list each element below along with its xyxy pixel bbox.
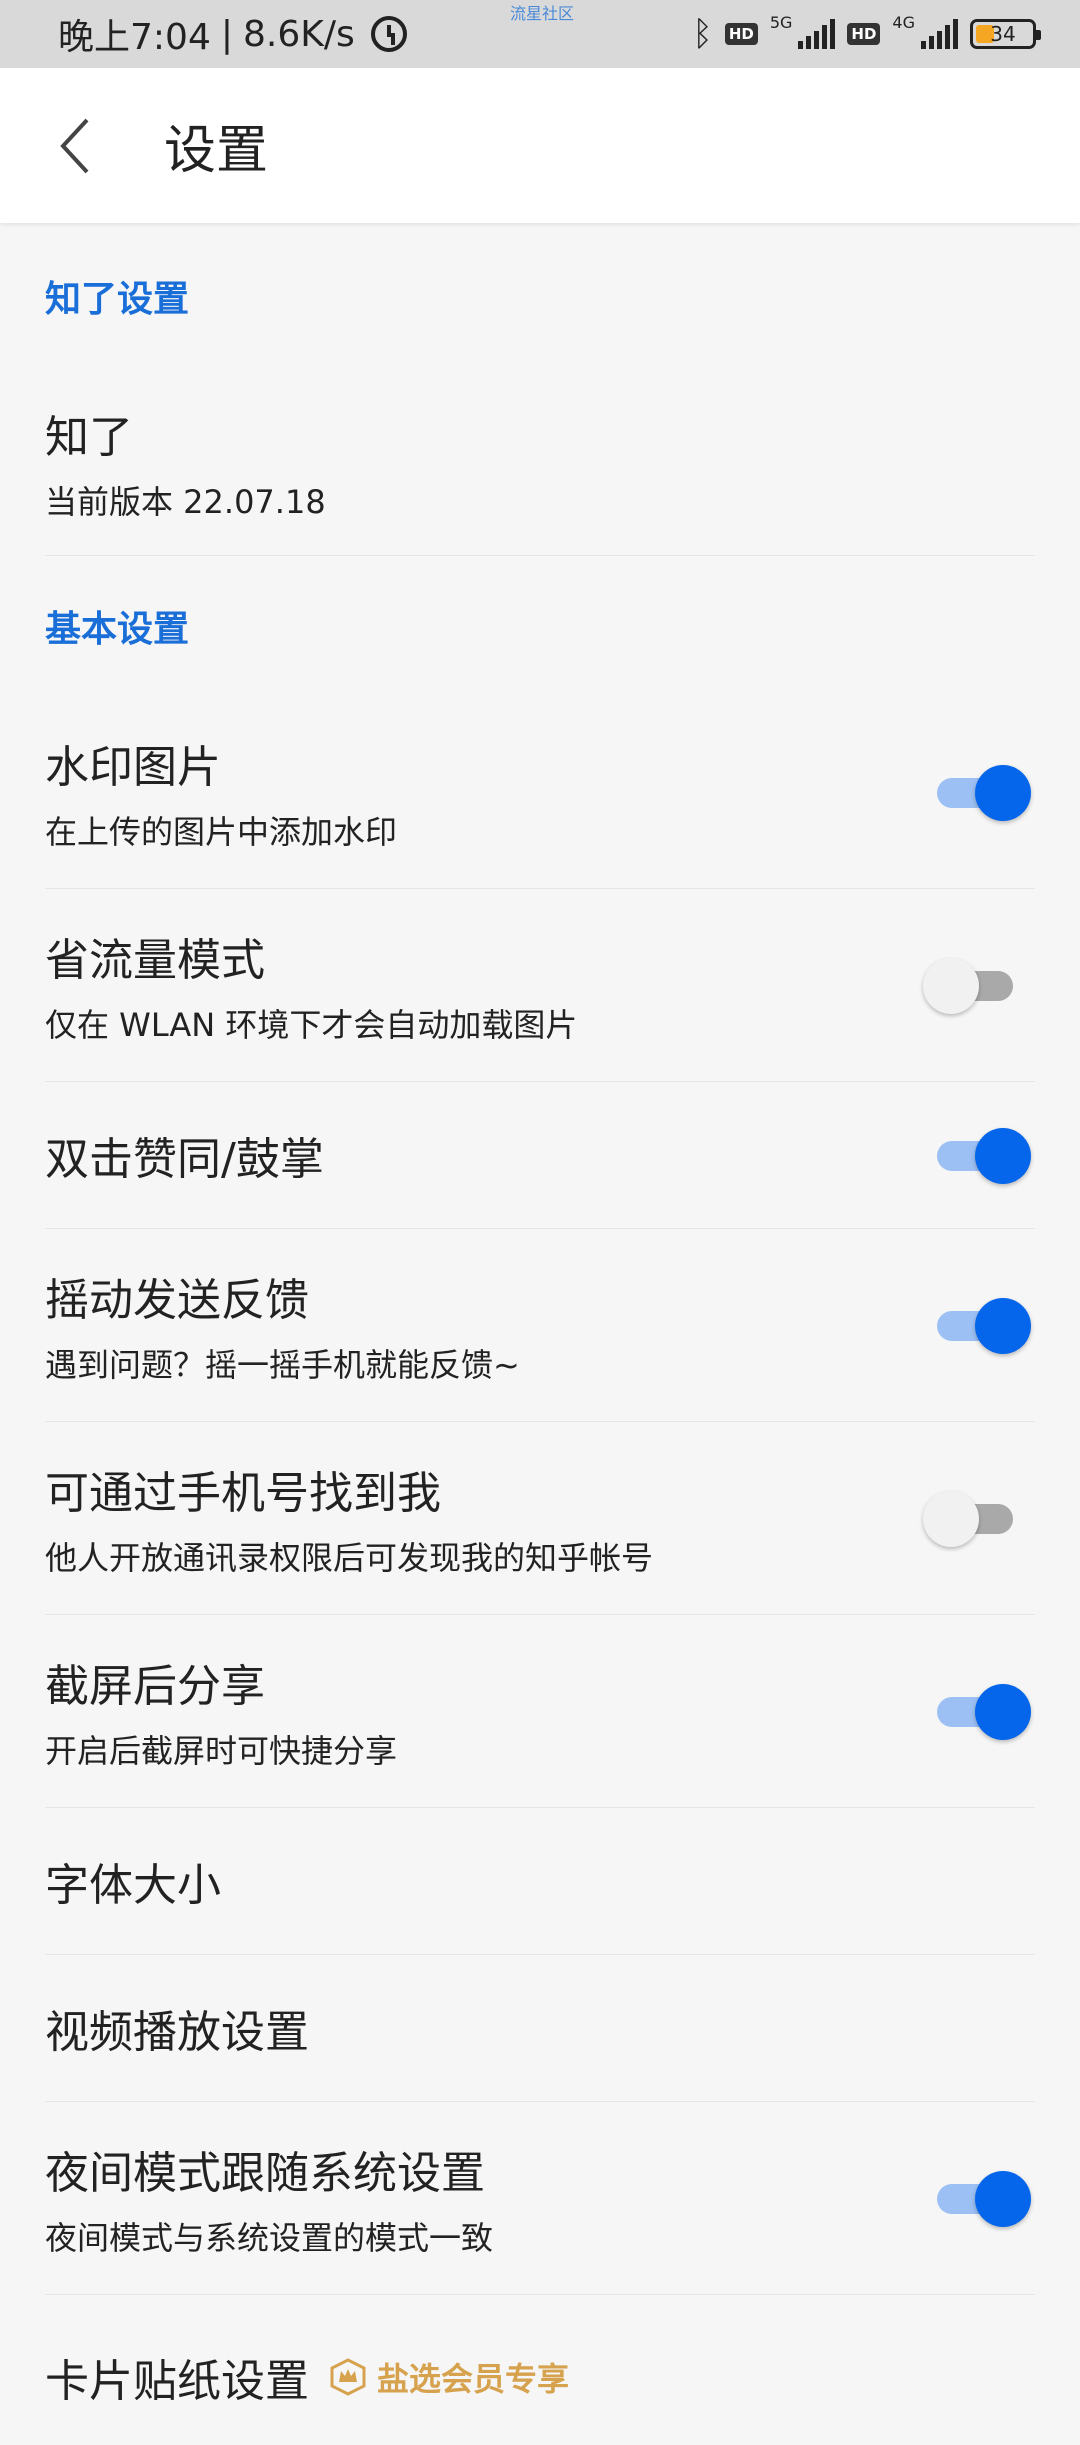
item-title: 水印图片 xyxy=(45,742,221,793)
item-title: 省流量模式 xyxy=(45,935,265,986)
page-title: 设置 xyxy=(164,121,269,181)
settings-item-screenshot-share[interactable]: 截屏后分享 开启后截屏时可快捷分享 xyxy=(45,1615,1035,1808)
status-time: 晚上7:04 xyxy=(58,17,211,58)
vip-badge: 盐选会员专享 xyxy=(329,2354,569,2400)
settings-item-data-saver[interactable]: 省流量模式 仅在 WLAN 环境下才会自动加载图片 xyxy=(45,889,1035,1082)
hd-badge-2: HD xyxy=(847,23,881,45)
back-button[interactable] xyxy=(0,68,150,223)
settings-list: 知了设置 知了 当前版本 22.07.18 基本设置 水印图片 在上传的图片中添… xyxy=(0,223,1080,2445)
item-subtitle: 当前版本 22.07.18 xyxy=(45,482,326,521)
status-center-label: 流星社区 xyxy=(510,4,575,23)
signal-icon-1 xyxy=(798,19,836,49)
vip-badge-label: 盐选会员专享 xyxy=(377,2360,570,2398)
vip-crown-icon xyxy=(329,2358,367,2396)
item-subtitle: 夜间模式与系统设置的模式一致 xyxy=(45,2219,494,2257)
app-bar: 设置 xyxy=(0,68,1080,223)
watermark-toggle[interactable] xyxy=(933,762,1031,822)
shake-feedback-toggle[interactable] xyxy=(933,1295,1031,1355)
status-net-speed: 8.6K/s xyxy=(242,13,355,55)
item-subtitle: 在上传的图片中添加水印 xyxy=(45,813,398,851)
settings-item-night-mode-follow-system[interactable]: 夜间模式跟随系统设置 夜间模式与系统设置的模式一致 xyxy=(45,2102,1035,2295)
item-title: 双击赞同/鼓掌 xyxy=(45,1134,324,1185)
status-right: ᛒ HD 5G HD 4G 34 xyxy=(692,12,1041,54)
screenshot-share-toggle[interactable] xyxy=(933,1681,1031,1741)
item-subtitle: 遇到问题？摇一摇手机就能反馈~ xyxy=(45,1346,520,1384)
signal-icon-2 xyxy=(921,19,958,49)
settings-item-font-size[interactable]: 字体大小 xyxy=(45,1808,1035,1955)
find-by-phone-toggle[interactable] xyxy=(923,1488,1025,1548)
item-subtitle: 他人开放通讯录权限后可发现我的知乎帐号 xyxy=(45,1539,654,1577)
back-arrow-icon xyxy=(60,118,89,173)
item-title: 截屏后分享 xyxy=(45,1661,265,1712)
settings-item-zhiliao[interactable]: 知了 当前版本 22.07.18 xyxy=(45,368,1035,556)
double-tap-like-toggle[interactable] xyxy=(933,1125,1031,1185)
night-mode-toggle[interactable] xyxy=(933,2168,1031,2228)
settings-item-video-playback[interactable]: 视频播放设置 xyxy=(45,1955,1035,2102)
item-title: 可通过手机号找到我 xyxy=(45,1468,441,1519)
status-divider: | xyxy=(220,13,233,55)
item-title: 字体大小 xyxy=(45,1860,221,1911)
bluetooth-icon: ᛒ xyxy=(692,14,713,54)
settings-item-watermark[interactable]: 水印图片 在上传的图片中添加水印 xyxy=(45,696,1035,889)
status-bar: 晚上7:04 | 8.6K/s 流星社区 ᛒ HD 5G HD 4G 34 xyxy=(0,0,1080,68)
network-type-2: 4G xyxy=(892,12,915,32)
item-title: 知了 xyxy=(45,411,133,463)
section-header-zhiliao: 知了设置 xyxy=(45,278,190,320)
battery-level: 34 xyxy=(990,22,1016,46)
item-title: 摇动发送反馈 xyxy=(45,1275,309,1326)
settings-item-double-tap-like[interactable]: 双击赞同/鼓掌 xyxy=(45,1082,1035,1229)
item-title: 视频播放设置 xyxy=(45,2007,309,2058)
section-header-basic: 基本设置 xyxy=(45,609,190,650)
item-title: 夜间模式跟随系统设置 xyxy=(45,2148,485,2199)
battery-icon: 34 xyxy=(970,19,1041,49)
hd-badge-1: HD xyxy=(724,23,758,45)
status-left: 晚上7:04 | 8.6K/s xyxy=(58,8,407,60)
settings-item-card-sticker[interactable]: 卡片贴纸设置 盐选会员专享 xyxy=(45,2295,1035,2445)
item-title: 卡片贴纸设置 xyxy=(45,2356,309,2407)
data-saver-toggle[interactable] xyxy=(923,955,1025,1015)
network-type-1: 5G xyxy=(769,12,793,32)
settings-item-shake-feedback[interactable]: 摇动发送反馈 遇到问题？摇一摇手机就能反馈~ xyxy=(45,1229,1035,1422)
item-subtitle: 开启后截屏时可快捷分享 xyxy=(45,1732,398,1770)
alarm-icon xyxy=(370,16,407,52)
item-subtitle: 仅在 WLAN 环境下才会自动加载图片 xyxy=(45,1006,578,1044)
settings-item-find-by-phone[interactable]: 可通过手机号找到我 他人开放通讯录权限后可发现我的知乎帐号 xyxy=(45,1422,1035,1615)
